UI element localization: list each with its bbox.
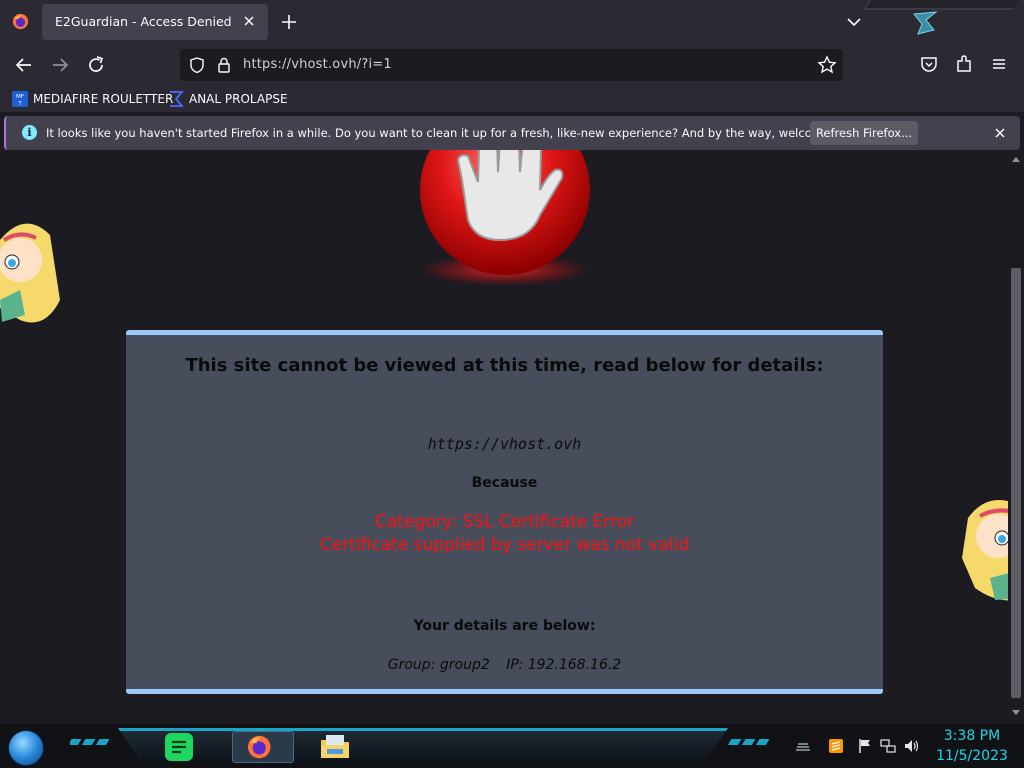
reload-icon[interactable] <box>84 53 108 77</box>
scrollbar-thumb[interactable] <box>1011 268 1021 698</box>
cartoon-character-sprite <box>962 500 1008 601</box>
url-bar[interactable]: https://vhost.ovh/?i=1 <box>180 49 843 81</box>
refresh-firefox-notification: i It looks like you haven't started Fire… <box>4 116 1020 150</box>
hamburger-menu-icon[interactable] <box>988 53 1010 75</box>
extensions-icon[interactable] <box>953 53 975 75</box>
tab-title: E2Guardian - Access Denied <box>55 14 232 29</box>
bookmark-label: MEDIAFIRE ROULETTER <box>33 92 174 106</box>
hud-lights-left <box>70 739 110 745</box>
flag-icon[interactable] <box>857 738 873 754</box>
denied-heading: This site cannot be viewed at this time,… <box>185 355 824 376</box>
tray-stack-icon[interactable] <box>795 738 811 754</box>
spotify-icon[interactable] <box>162 731 196 763</box>
clock-date: 11/5/2023 <box>936 748 1008 764</box>
url-text[interactable]: https://vhost.ovh/?i=1 <box>243 57 392 72</box>
file-explorer-icon[interactable] <box>318 731 352 763</box>
firefox-icon[interactable] <box>232 731 294 763</box>
user-details: Group: group2 IP: 192.168.16.2 <box>126 657 883 673</box>
svg-text:T: T <box>17 101 22 107</box>
network-icon[interactable] <box>880 738 896 754</box>
clock-time: 3:38 PM <box>943 728 1001 744</box>
svg-text:MF: MF <box>16 94 24 100</box>
new-tab-icon[interactable] <box>278 11 300 33</box>
navigation-toolbar: https://vhost.ovh/?i=1 <box>0 44 1024 86</box>
page-content: This site cannot be viewed at this time,… <box>0 150 1008 724</box>
ip-value: IP: 192.168.16.2 <box>506 657 622 673</box>
mediafire-icon: MF T <box>12 91 28 107</box>
hud-lights-right <box>727 739 770 745</box>
close-notification-icon[interactable] <box>992 125 1008 141</box>
sublime-text-icon[interactable] <box>828 738 844 754</box>
refresh-firefox-button[interactable]: Refresh Firefox... <box>810 121 918 145</box>
bookmark-anal-prolapse[interactable]: ANAL PROLAPSE <box>168 90 288 108</box>
because-label: Because <box>471 475 538 491</box>
notification-message: It looks like you haven't started Firefo… <box>46 126 866 140</box>
details-heading: Your details are below: <box>413 618 596 634</box>
tab-access-denied[interactable]: E2Guardian - Access Denied <box>42 4 268 40</box>
block-reason: Certificate supplied by server was not v… <box>319 535 690 555</box>
firefox-icon[interactable] <box>12 13 29 30</box>
scroll-up-icon[interactable] <box>1012 156 1020 164</box>
block-category: Category: SSL Certificate Error <box>374 512 635 532</box>
tab-strip: E2Guardian - Access Denied <box>0 0 1024 44</box>
close-tab-icon[interactable] <box>240 12 258 30</box>
lock-icon[interactable] <box>216 56 232 74</box>
theme-logo-icon <box>913 11 938 35</box>
stop-hand-icon <box>420 150 590 286</box>
bookmark-star-icon[interactable] <box>817 55 837 75</box>
info-icon: i <box>22 125 37 140</box>
cartoon-character-sprite <box>0 223 60 323</box>
tracking-protection-icon[interactable] <box>188 56 206 74</box>
theme-decoration <box>863 0 1019 10</box>
forward-icon[interactable] <box>48 53 72 77</box>
taskbar-decoration <box>118 728 728 764</box>
sigma-icon <box>170 91 184 107</box>
blocked-url: https://vhost.ovh <box>427 435 582 453</box>
back-icon[interactable] <box>12 53 36 77</box>
bookmark-label: ANAL PROLAPSE <box>189 92 288 106</box>
taskbar: 3:38 PM 11/5/2023 <box>0 724 1024 768</box>
bookmark-mediafire-rouletter[interactable]: MF T MEDIAFIRE ROULETTER <box>12 90 173 108</box>
scroll-down-icon[interactable] <box>1012 708 1020 716</box>
access-denied-panel: This site cannot be viewed at this time,… <box>126 330 883 694</box>
chevron-down-icon[interactable] <box>844 12 864 32</box>
vertical-scrollbar[interactable] <box>1008 150 1024 724</box>
start-button[interactable] <box>8 730 44 766</box>
bookmarks-toolbar: MF T MEDIAFIRE ROULETTER ANAL PROLAPSE <box>0 86 1024 112</box>
pocket-icon[interactable] <box>918 53 940 75</box>
system-clock[interactable]: 3:38 PM 11/5/2023 <box>932 726 1012 766</box>
volume-icon[interactable] <box>903 738 919 754</box>
group-value: Group: group2 <box>387 657 490 673</box>
